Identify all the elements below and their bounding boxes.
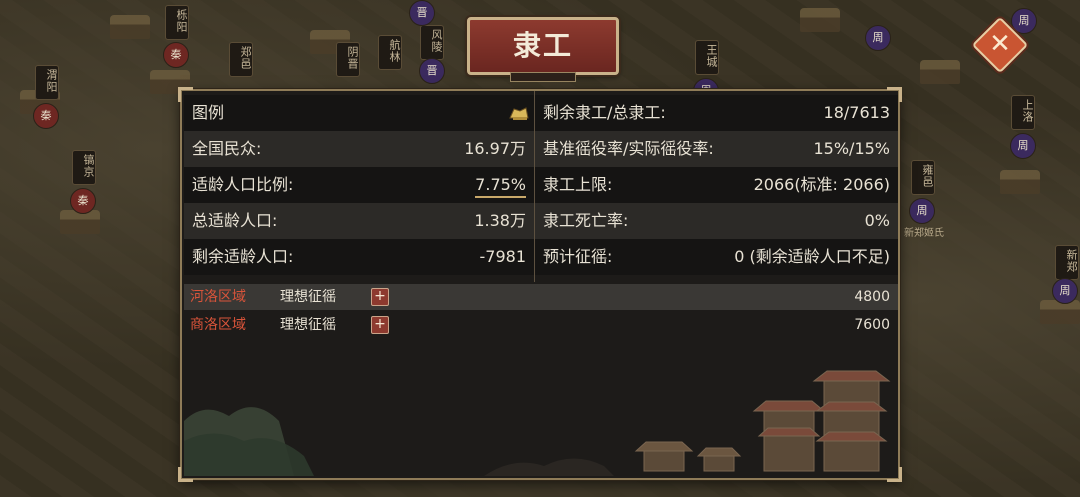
add-levy-button[interactable]: + — [371, 316, 389, 334]
stat-value: -7981 — [479, 247, 527, 266]
map-building — [1000, 170, 1040, 194]
map-place-name: 新郑姬氏 — [904, 228, 944, 239]
stat-row-labor-count: 剩余隶工/总隶工: 18/7613 — [535, 95, 898, 131]
map-city-label[interactable]: 航林 — [378, 35, 402, 70]
stat-row-labor-cap: 隶工上限: 2066(标准: 2066) — [535, 167, 898, 203]
map-building — [920, 60, 960, 84]
region-row: 商洛区域 理想征徭 + 7600 — [184, 312, 898, 338]
region-levy-mode: 理想征徭 — [280, 317, 336, 333]
map-faction-badge[interactable]: 秦 — [33, 103, 59, 129]
legend-label: 图例 — [192, 103, 225, 122]
stat-label: 基准徭役率/实际徭役率: — [543, 139, 714, 158]
map-city-label[interactable]: 上洛 — [1011, 95, 1035, 130]
stat-value: 2066(标准: 2066) — [753, 175, 890, 194]
stat-value: 0 (剩余适龄人口不足) — [734, 247, 890, 266]
stat-row-death-rate: 隶工死亡率: 0% — [535, 203, 898, 239]
stat-label: 剩余适龄人口: — [192, 247, 294, 266]
stat-row-age-ratio: 适龄人口比例: 7.75% — [184, 167, 534, 203]
map-city-label[interactable]: 雍邑 — [911, 160, 935, 195]
title-plaque: 隶工 — [467, 17, 619, 82]
region-name[interactable]: 商洛区域 — [190, 312, 246, 338]
map-city-label[interactable]: 阴晋 — [336, 42, 360, 77]
region-value: 4800 — [854, 289, 890, 305]
region-name[interactable]: 河洛区域 — [190, 284, 246, 310]
stat-value: 1.38万 — [474, 211, 526, 230]
stat-row-expected-levy: 预计征徭: 0 (剩余适龄人口不足) — [535, 239, 898, 275]
map-building — [1040, 300, 1080, 324]
stat-label: 适龄人口比例: — [192, 175, 294, 194]
stat-value: 18/7613 — [823, 103, 890, 122]
map-city-label[interactable]: 栎阳 — [165, 5, 189, 40]
stat-value[interactable]: 7.75% — [475, 175, 526, 198]
region-row: 河洛区域 理想征徭 + 4800 — [184, 284, 898, 310]
stat-value: 16.97万 — [464, 139, 526, 158]
map-faction-badge[interactable]: 周 — [909, 198, 935, 224]
map-faction-badge[interactable]: 晋 — [419, 58, 445, 84]
map-city-label[interactable]: 镐京 — [72, 150, 96, 185]
map-faction-badge[interactable]: 周 — [1010, 133, 1036, 159]
stat-label: 总适龄人口: — [192, 211, 278, 230]
stat-value: 15%/15% — [813, 139, 890, 158]
map-city-label[interactable]: 新郑 — [1055, 245, 1079, 280]
map-faction-badge[interactable]: 周 — [865, 25, 891, 51]
map-city-label[interactable]: 王城 — [695, 40, 719, 75]
map-city-label[interactable]: 郑邑 — [229, 42, 253, 77]
stat-label: 全国民众: — [192, 139, 262, 158]
age-ratio-value[interactable]: 7.75% — [475, 167, 526, 203]
stat-label: 隶工死亡率: — [543, 211, 629, 230]
stat-label: 预计征徭: — [543, 247, 613, 266]
page-title: 隶工 — [512, 29, 573, 62]
map-faction-badge[interactable]: 周 — [1052, 278, 1078, 304]
map-building — [800, 8, 840, 32]
close-icon[interactable]: ✕ — [980, 25, 1020, 65]
stat-row-legend: 图例 — [184, 95, 534, 131]
map-city-label[interactable]: 风陵 — [420, 25, 444, 60]
labor-panel: 图例 全国民众: 16.97万 适龄人口比例: 7.75% 总适龄人口: 1.3… — [178, 87, 902, 482]
decorative-landscape — [184, 370, 891, 476]
legend-icon[interactable] — [508, 106, 530, 122]
add-levy-button[interactable]: + — [371, 288, 389, 306]
map-building — [110, 15, 150, 39]
stat-row-population: 全国民众: 16.97万 — [184, 131, 534, 167]
region-value: 7600 — [854, 317, 890, 333]
stat-label: 隶工上限: — [543, 175, 613, 194]
map-faction-badge[interactable]: 晋 — [409, 0, 435, 26]
stat-row-corvee-rate: 基准徭役率/实际徭役率: 15%/15% — [535, 131, 898, 167]
stat-row-remaining-age: 剩余适龄人口: -7981 — [184, 239, 534, 275]
map-faction-badge[interactable]: 秦 — [163, 42, 189, 68]
region-levy-mode: 理想征徭 — [280, 289, 336, 305]
stat-label: 剩余隶工/总隶工: — [543, 103, 666, 122]
stat-row-total-age: 总适龄人口: 1.38万 — [184, 203, 534, 239]
stat-value: 0% — [864, 211, 890, 230]
map-faction-badge[interactable]: 秦 — [70, 188, 96, 214]
map-city-label[interactable]: 渭阳 — [35, 65, 59, 100]
